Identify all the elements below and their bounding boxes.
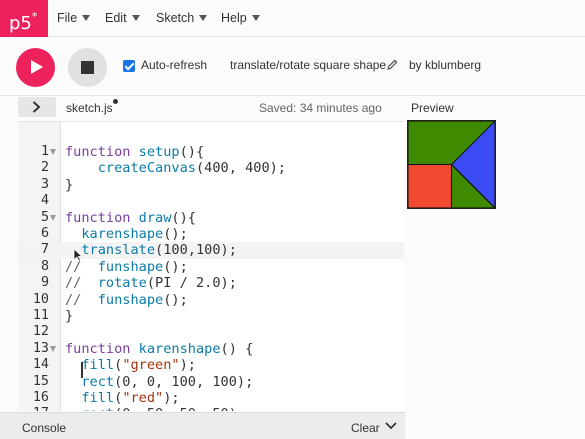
code-text: } — [65, 308, 74, 324]
fold-arrow-icon[interactable] — [50, 345, 56, 352]
menu-edit[interactable]: Edit — [105, 0, 140, 37]
author-label: by kblumberg — [409, 58, 482, 72]
console-bar: Console Clear — [0, 412, 405, 439]
code-line[interactable]: 9 // rotate(PI / 2.0); — [18, 275, 404, 291]
line-number: 1 — [40, 144, 49, 159]
auto-refresh-checkbox[interactable] — [123, 60, 135, 72]
code-line[interactable]: 5 function draw(){ — [18, 210, 404, 226]
line-number: 15 — [32, 373, 49, 389]
line-number: 13 — [32, 340, 49, 356]
menu-help[interactable]: Help — [221, 0, 260, 37]
code-line[interactable]: 6 karenshape(); — [18, 226, 404, 242]
auto-refresh-label: Auto-refresh — [141, 58, 208, 72]
code-text: rect(0, 0, 100, 100); — [81, 373, 254, 390]
code-text: function karenshape() { — [65, 340, 254, 357]
chevron-right-icon — [32, 101, 41, 113]
unsaved-indicator — [113, 99, 118, 104]
play-icon — [31, 60, 43, 74]
menu-help-label: Help — [221, 11, 247, 25]
sidebar-toggle-button[interactable] — [18, 97, 56, 117]
red-square — [407, 163, 453, 209]
fold-arrow-icon[interactable] — [50, 214, 56, 221]
code-text: fill("red"); — [81, 390, 180, 406]
sketch-output — [407, 119, 496, 210]
chevron-down-icon — [131, 14, 140, 21]
code-text: // funshape(); — [65, 258, 188, 275]
fold-arrow-icon[interactable] — [50, 149, 56, 155]
line-number: 10 — [32, 291, 49, 307]
code-text: createCanvas(400, 400); — [97, 160, 286, 177]
code-text: // rotate(PI / 2.0); — [65, 275, 237, 292]
code-line[interactable]: 17 rect(0, 50, 50, 50); — [18, 406, 404, 411]
clear-console-button[interactable]: Clear — [351, 421, 380, 435]
file-name[interactable]: sketch.js — [66, 101, 113, 115]
sketch-title[interactable]: translate/rotate square shape — [230, 58, 386, 72]
code-line[interactable]: 2 createCanvas(400, 400); — [18, 160, 404, 176]
code-text: translate(100,100); — [81, 242, 237, 259]
line-number: 8 — [40, 258, 49, 274]
code-text: function setup(){ — [65, 144, 205, 160]
line-number: 7 — [40, 242, 49, 258]
line-number: 5 — [40, 209, 49, 225]
preview-label: Preview — [411, 101, 454, 115]
stop-icon — [81, 61, 94, 74]
p5-logo[interactable]: p5* — [0, 0, 48, 37]
code-editor[interactable]: 1 function setup(){2 createCanvas(400, 40… — [18, 121, 404, 411]
menu-file[interactable]: File — [57, 0, 91, 37]
menu-bar: p5* File Edit Sketch Help — [0, 0, 585, 37]
menu-file-label: File — [57, 11, 78, 25]
line-number: 3 — [40, 176, 49, 192]
editor-header: sketch.js Saved: 34 minutes ago — [0, 97, 405, 119]
code-text: fill("green"); — [81, 357, 196, 374]
code-line[interactable]: 15 rect(0, 0, 100, 100); — [18, 374, 404, 390]
mouse-pointer-icon — [73, 248, 83, 262]
code-line[interactable]: 4 — [18, 193, 404, 209]
toolbar: Auto-refresh translate/rotate square sha… — [0, 38, 585, 96]
pencil-icon[interactable] — [387, 59, 398, 70]
stop-button[interactable] — [68, 48, 107, 87]
code-line[interactable]: 12 — [18, 324, 404, 340]
line-number: 2 — [40, 160, 49, 176]
chevron-down-icon — [251, 14, 260, 21]
chevron-down-icon — [82, 14, 91, 21]
preview-canvas[interactable] — [407, 119, 496, 210]
code-line[interactable]: 16 fill("red"); — [18, 390, 404, 406]
code-line[interactable]: 3} — [18, 177, 404, 193]
code-text: } — [65, 176, 74, 193]
menu-sketch[interactable]: Sketch — [156, 0, 208, 37]
line-number: 16 — [32, 390, 49, 405]
code-line[interactable]: 11} — [18, 308, 404, 324]
code-line[interactable]: 13 function karenshape() { — [18, 341, 404, 357]
code-line[interactable]: 1 function setup(){ — [18, 144, 404, 160]
line-number: 4 — [40, 193, 49, 209]
line-number: 12 — [32, 324, 49, 340]
text-cursor — [81, 362, 83, 378]
code-line[interactable]: 10 // funshape(); — [18, 292, 404, 308]
code-text: rect(0, 50, 50, 50); — [65, 406, 245, 411]
menu-edit-label: Edit — [105, 11, 127, 25]
saved-status: Saved: 34 minutes ago — [259, 101, 382, 115]
code-line[interactable]: 14 fill("green"); — [18, 357, 404, 373]
code-text: function draw(){ — [65, 209, 196, 226]
line-number: 14 — [32, 357, 49, 373]
play-button[interactable] — [16, 48, 55, 87]
menu-sketch-label: Sketch — [156, 11, 195, 25]
line-number: 9 — [40, 275, 49, 291]
chevron-down-icon — [199, 14, 208, 21]
chevron-down-icon[interactable] — [385, 422, 397, 430]
line-number: 6 — [40, 226, 49, 241]
code-text: karenshape(); — [81, 226, 188, 242]
line-number: 11 — [32, 308, 49, 323]
code-text: // funshape(); — [65, 291, 188, 308]
line-number: 17 — [18, 406, 49, 411]
console-label: Console — [22, 421, 67, 435]
